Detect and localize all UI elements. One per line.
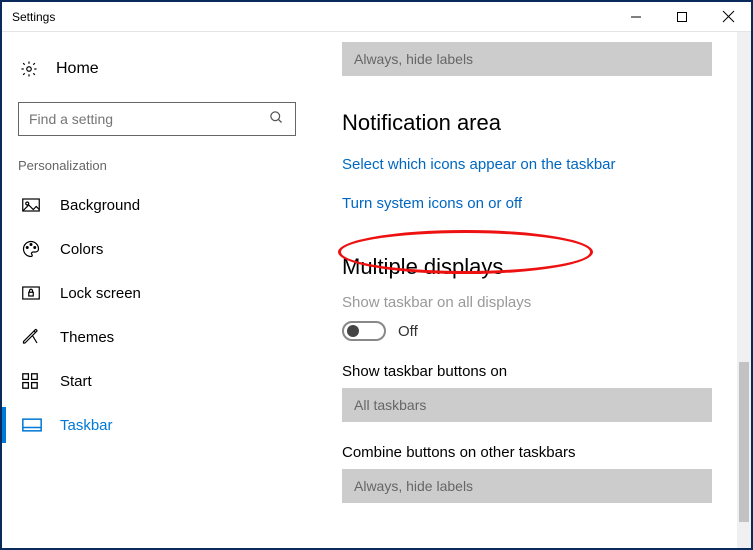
toggle-state-label: Off [398,323,418,340]
link-system-icons[interactable]: Turn system icons on or off [342,195,522,212]
sidebar-item-label: Lock screen [60,285,141,302]
background-icon [22,198,42,212]
start-icon [22,373,42,389]
sidebar-item-label: Background [60,197,140,214]
gear-icon [20,60,40,78]
home-label: Home [56,60,99,78]
combine-buttons-dropdown-top[interactable]: Always, hide labels [342,42,712,76]
sidebar-item-lock-screen[interactable]: Lock screen [18,271,296,315]
scrollbar-thumb[interactable] [739,362,749,522]
dropdown-value: Always, hide labels [354,51,473,67]
section-heading-multiple-displays: Multiple displays [342,254,729,280]
themes-icon [22,328,42,346]
search-input[interactable] [27,110,269,128]
sidebar-item-label: Colors [60,241,103,258]
show-on-all-label: Show taskbar on all displays [342,294,729,311]
sidebar: Home Personalization Background [2,32,312,548]
taskbar-icon [22,418,42,432]
search-icon [269,110,285,128]
sidebar-item-colors[interactable]: Colors [18,227,296,271]
section-heading-notification-area: Notification area [342,110,729,136]
sidebar-item-label: Taskbar [60,417,113,434]
show-on-all-toggle[interactable] [342,321,386,341]
sidebar-item-taskbar[interactable]: Taskbar [18,403,296,447]
nav-list: Background Colors Lock screen [18,183,296,447]
combine-other-label: Combine buttons on other taskbars [342,444,729,461]
search-box[interactable] [18,102,296,136]
minimize-button[interactable] [613,2,659,32]
lock-screen-icon [22,286,42,300]
show-buttons-on-label: Show taskbar buttons on [342,363,729,380]
window-title: Settings [12,10,55,24]
combine-other-dropdown[interactable]: Always, hide labels [342,469,712,503]
sidebar-item-label: Themes [60,329,114,346]
dropdown-value: Always, hide labels [354,478,473,494]
category-label: Personalization [18,158,296,173]
close-button[interactable] [705,2,751,32]
link-select-icons[interactable]: Select which icons appear on the taskbar [342,156,616,173]
maximize-button[interactable] [659,2,705,32]
dropdown-value: All taskbars [354,397,426,413]
sidebar-item-background[interactable]: Background [18,183,296,227]
home-nav[interactable]: Home [18,52,296,86]
sidebar-item-start[interactable]: Start [18,359,296,403]
show-buttons-on-dropdown[interactable]: All taskbars [342,388,712,422]
scrollbar-track[interactable] [737,32,751,548]
titlebar: Settings [2,2,751,32]
main-pane: Always, hide labels Notification area Se… [312,32,751,548]
colors-icon [22,240,42,258]
sidebar-item-label: Start [60,373,92,390]
sidebar-item-themes[interactable]: Themes [18,315,296,359]
